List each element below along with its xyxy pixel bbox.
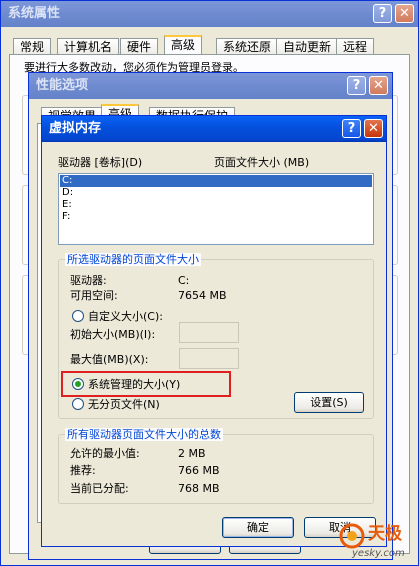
space-label: 可用空间: <box>70 289 118 302</box>
max-size-label: 最大值(MB)(X): <box>70 353 149 366</box>
no-paging-radio[interactable] <box>72 398 84 410</box>
initial-size-input[interactable] <box>179 322 239 343</box>
watermark: 天极 yesky.com <box>336 522 418 564</box>
min-allowed-value: 2 MB <box>178 447 206 460</box>
close-icon[interactable]: ✕ <box>369 76 388 95</box>
watermark-brand: 天极 <box>368 524 402 544</box>
allocated-value: 768 MB <box>178 482 220 495</box>
tab-remote[interactable]: 远程 <box>336 38 375 55</box>
tab-advanced[interactable]: 高级 <box>164 35 203 55</box>
space-value: 7654 MB <box>178 289 227 302</box>
drive-column-header: 驱动器 [卷标](D) <box>58 156 143 169</box>
virtual-memory-title: 虚拟内存 <box>49 121 102 136</box>
drive-label: 驱动器: <box>70 274 107 287</box>
custom-size-radio[interactable] <box>72 310 84 322</box>
total-size-group-title: 所有驱动器页面文件大小的总数 <box>65 428 223 441</box>
list-item-drive-f[interactable]: F: <box>60 211 372 223</box>
watermark-site: yesky.com <box>352 548 405 559</box>
virtual-memory-dialog: 虚拟内存 ? ✕ 驱动器 [卷标](D) 页面文件大小 (MB) C: D: E… <box>41 115 387 547</box>
close-icon[interactable]: ✕ <box>395 4 414 23</box>
recommended-value: 766 MB <box>178 464 220 477</box>
performance-options-titlebar[interactable]: 性能选项 ? ✕ <box>29 73 392 99</box>
virtual-memory-titlebar[interactable]: 虚拟内存 ? ✕ <box>42 116 386 142</box>
list-item-drive-d[interactable]: D: <box>60 187 372 199</box>
pagefile-column-header: 页面文件大小 (MB) <box>214 156 310 169</box>
tab-system-restore[interactable]: 系统还原 <box>216 38 279 55</box>
selected-drive-group-title: 所选驱动器的页面文件大小 <box>65 253 201 266</box>
recommended-label: 推荐: <box>70 464 96 477</box>
drive-value: C: <box>178 274 190 287</box>
help-icon[interactable]: ? <box>373 4 392 23</box>
min-allowed-label: 允许的最小值: <box>70 447 140 460</box>
allocated-label: 当前已分配: <box>70 482 129 495</box>
help-icon[interactable]: ? <box>342 119 361 138</box>
performance-options-title: 性能选项 <box>36 78 89 93</box>
yesky-logo-icon <box>339 523 365 549</box>
close-icon[interactable]: ✕ <box>364 119 383 138</box>
tab-computer-name[interactable]: 计算机名 <box>57 38 120 55</box>
tab-general[interactable]: 常规 <box>13 38 52 55</box>
list-item-drive-c[interactable]: C: <box>60 175 372 187</box>
tab-automatic-updates[interactable]: 自动更新 <box>276 38 339 55</box>
no-paging-label[interactable]: 无分页文件(N) <box>88 398 160 411</box>
tab-hardware[interactable]: 硬件 <box>120 38 159 55</box>
initial-size-label: 初始大小(MB)(I): <box>70 328 156 341</box>
ok-button[interactable]: 确定 <box>222 517 294 538</box>
highlight-box <box>61 371 231 397</box>
set-button[interactable]: 设置(S) <box>294 392 364 413</box>
help-icon[interactable]: ? <box>347 76 366 95</box>
max-size-input[interactable] <box>179 348 239 369</box>
custom-size-label[interactable]: 自定义大小(C): <box>88 310 163 323</box>
list-item-drive-e[interactable]: E: <box>60 199 372 211</box>
system-properties-title: 系统属性 <box>8 6 61 21</box>
drive-list[interactable]: C: D: E: F: <box>58 173 374 245</box>
system-properties-titlebar[interactable]: 系统属性 ? ✕ <box>1 1 418 27</box>
